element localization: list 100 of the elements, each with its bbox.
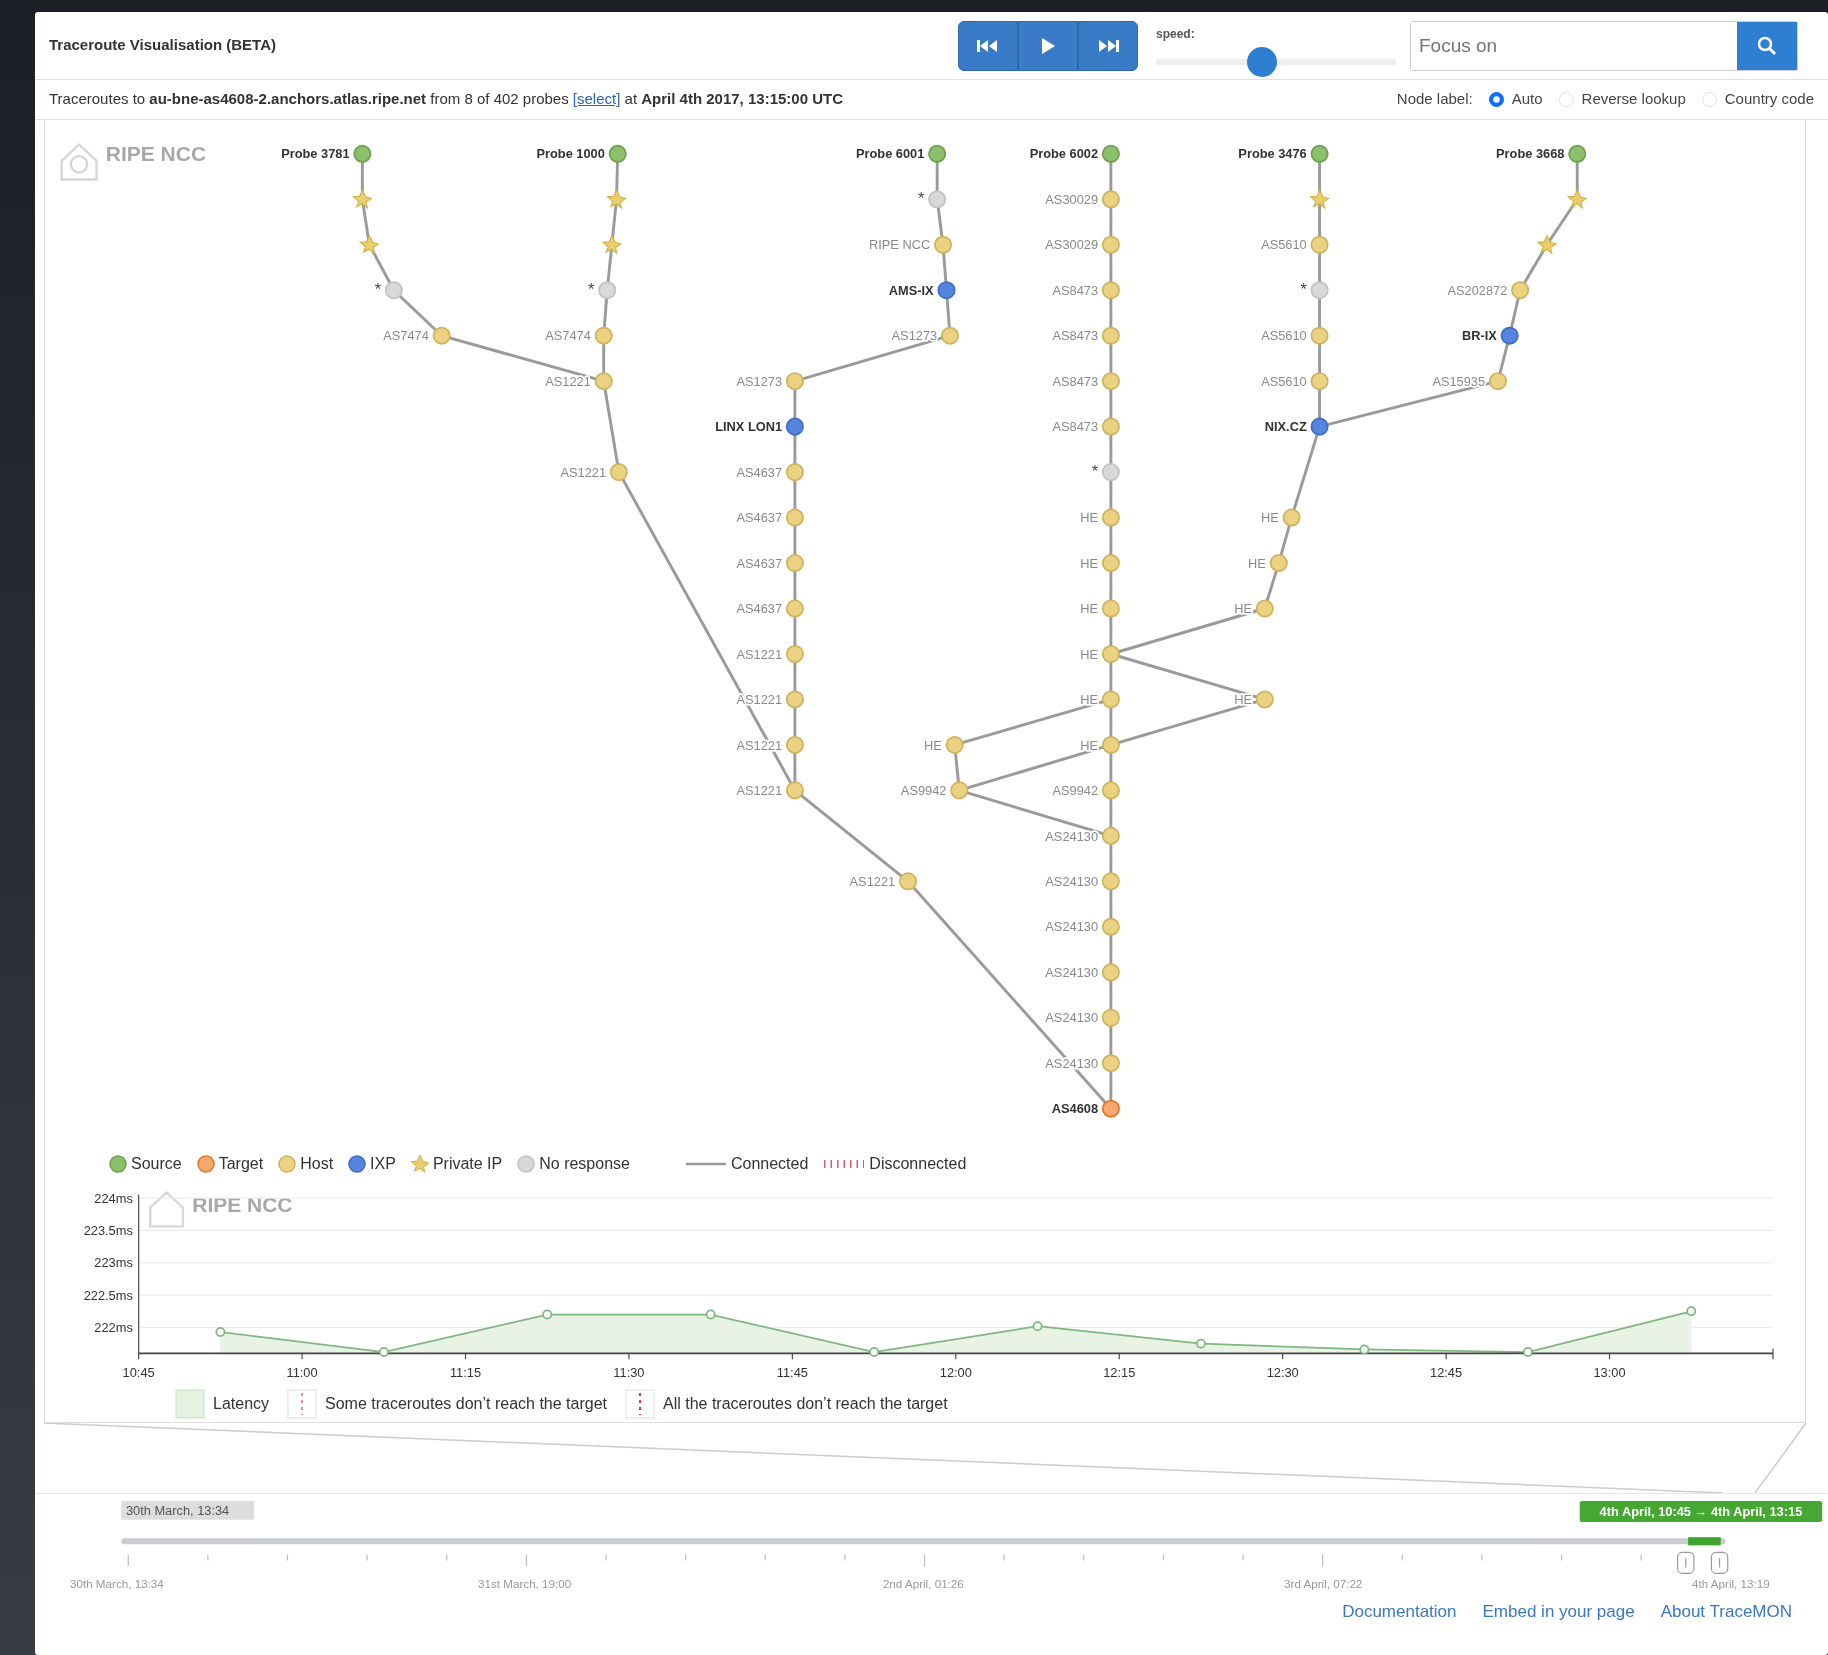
host-node[interactable] xyxy=(1101,644,1120,664)
host-node[interactable] xyxy=(1101,190,1120,209)
private-ip-node[interactable] xyxy=(358,234,380,255)
timeline-track[interactable] xyxy=(121,1538,1726,1545)
no-response-node[interactable] xyxy=(1310,281,1329,300)
no-response-node[interactable] xyxy=(598,281,617,300)
host-node[interactable] xyxy=(785,644,804,664)
radio-option[interactable]: Reverse lookup xyxy=(1558,88,1686,111)
footer-link[interactable]: Embed in your page xyxy=(1482,1599,1635,1625)
footer-link[interactable]: About TraceMON xyxy=(1660,1599,1792,1625)
host-node[interactable] xyxy=(940,326,960,345)
source-node[interactable] xyxy=(928,144,947,163)
host-node[interactable] xyxy=(1255,690,1274,709)
host-node[interactable] xyxy=(1310,372,1329,391)
selected-range-bar[interactable] xyxy=(1688,1537,1721,1546)
ixp-node[interactable] xyxy=(1500,326,1519,345)
no-response-node[interactable] xyxy=(384,281,403,300)
host-node[interactable] xyxy=(785,372,804,391)
host-node[interactable] xyxy=(950,781,969,800)
host-node[interactable] xyxy=(1101,1054,1120,1073)
host-node[interactable] xyxy=(785,463,804,482)
target-node[interactable] xyxy=(1101,1099,1120,1118)
host-node[interactable] xyxy=(1101,690,1120,709)
node-label: AS7474 xyxy=(383,328,429,344)
host-node[interactable] xyxy=(1310,326,1329,345)
host-node[interactable] xyxy=(1101,872,1120,891)
host-node[interactable] xyxy=(609,463,628,482)
source-node[interactable] xyxy=(608,144,627,163)
node-label: AS5610 xyxy=(1261,328,1307,344)
host-node[interactable] xyxy=(1101,372,1120,391)
host-node[interactable] xyxy=(1269,554,1288,573)
private-ip-node[interactable] xyxy=(606,188,627,210)
probe-label: Probe 6001 xyxy=(855,146,925,162)
node-label: AS4637 xyxy=(736,464,783,480)
radio-option[interactable]: Country code xyxy=(1701,88,1814,111)
node-label: AS24130 xyxy=(1045,919,1099,935)
host-node[interactable] xyxy=(1488,372,1507,391)
footer-link[interactable]: Documentation xyxy=(1342,1599,1457,1625)
host-node[interactable] xyxy=(1282,508,1301,527)
host-node[interactable] xyxy=(785,781,804,800)
host-node[interactable] xyxy=(933,235,953,254)
ixp-node[interactable] xyxy=(1310,417,1329,436)
axis-tick-label: 11:30 xyxy=(613,1364,645,1380)
ixp-legend-icon xyxy=(348,1155,366,1173)
private-ip-node[interactable] xyxy=(351,188,373,210)
search-button[interactable] xyxy=(1737,21,1797,70)
host-node[interactable] xyxy=(1101,599,1120,618)
host-node[interactable] xyxy=(1101,326,1120,345)
host-node[interactable] xyxy=(785,508,804,527)
skip-forward-button[interactable] xyxy=(1078,20,1138,71)
host-node[interactable] xyxy=(1511,281,1530,300)
host-node[interactable] xyxy=(1101,554,1120,573)
host-node[interactable] xyxy=(1101,417,1120,436)
range-handle[interactable] xyxy=(1677,1551,1695,1574)
host-node[interactable] xyxy=(1255,599,1274,618)
skip-forward-icon xyxy=(1096,37,1120,54)
source-node[interactable] xyxy=(1101,144,1120,163)
source-node[interactable] xyxy=(1310,144,1329,163)
radio-option[interactable]: Auto xyxy=(1488,88,1543,111)
host-node[interactable] xyxy=(898,872,918,891)
private-ip-node[interactable] xyxy=(1309,188,1330,210)
ixp-node[interactable] xyxy=(785,417,804,436)
source-node[interactable] xyxy=(353,144,372,163)
host-node[interactable] xyxy=(1101,508,1120,527)
play-button[interactable] xyxy=(1018,20,1078,71)
source-node[interactable] xyxy=(1568,144,1587,163)
slider-thumb[interactable] xyxy=(1246,46,1277,77)
host-node[interactable] xyxy=(785,554,804,573)
host-node[interactable] xyxy=(1101,281,1120,300)
host-node[interactable] xyxy=(1101,963,1120,982)
no-response-node[interactable] xyxy=(928,190,947,209)
radio-button[interactable] xyxy=(1488,92,1504,107)
host-node[interactable] xyxy=(785,735,804,754)
host-node[interactable] xyxy=(594,326,613,345)
ixp-node[interactable] xyxy=(937,281,956,300)
no-response-node[interactable] xyxy=(1101,463,1120,482)
host-node[interactable] xyxy=(945,735,964,754)
skip-back-button[interactable] xyxy=(958,20,1018,71)
node-label: AS1221 xyxy=(545,373,591,389)
host-node[interactable] xyxy=(1101,781,1120,800)
host-node[interactable] xyxy=(785,690,804,709)
host-node[interactable] xyxy=(594,372,613,391)
select-link[interactable]: [select] xyxy=(572,90,621,108)
host-node[interactable] xyxy=(785,599,804,618)
search-field[interactable]: Focus on xyxy=(1410,20,1798,71)
private-ip-node[interactable] xyxy=(1536,234,1558,255)
host-node[interactable] xyxy=(1101,735,1120,754)
host-node[interactable] xyxy=(1101,917,1120,936)
data-point xyxy=(1359,1344,1370,1355)
host-node[interactable] xyxy=(1101,235,1120,254)
partial-failure-icon xyxy=(287,1389,317,1419)
host-node[interactable] xyxy=(432,326,451,345)
node-label: HE xyxy=(924,737,942,753)
host-node[interactable] xyxy=(1310,235,1329,254)
private-ip-node[interactable] xyxy=(1566,188,1588,210)
range-handle[interactable] xyxy=(1710,1551,1729,1574)
host-node[interactable] xyxy=(1101,826,1120,845)
host-node[interactable] xyxy=(1101,1008,1120,1027)
private-ip-node[interactable] xyxy=(601,234,623,255)
no-response-legend-icon xyxy=(517,1155,535,1173)
